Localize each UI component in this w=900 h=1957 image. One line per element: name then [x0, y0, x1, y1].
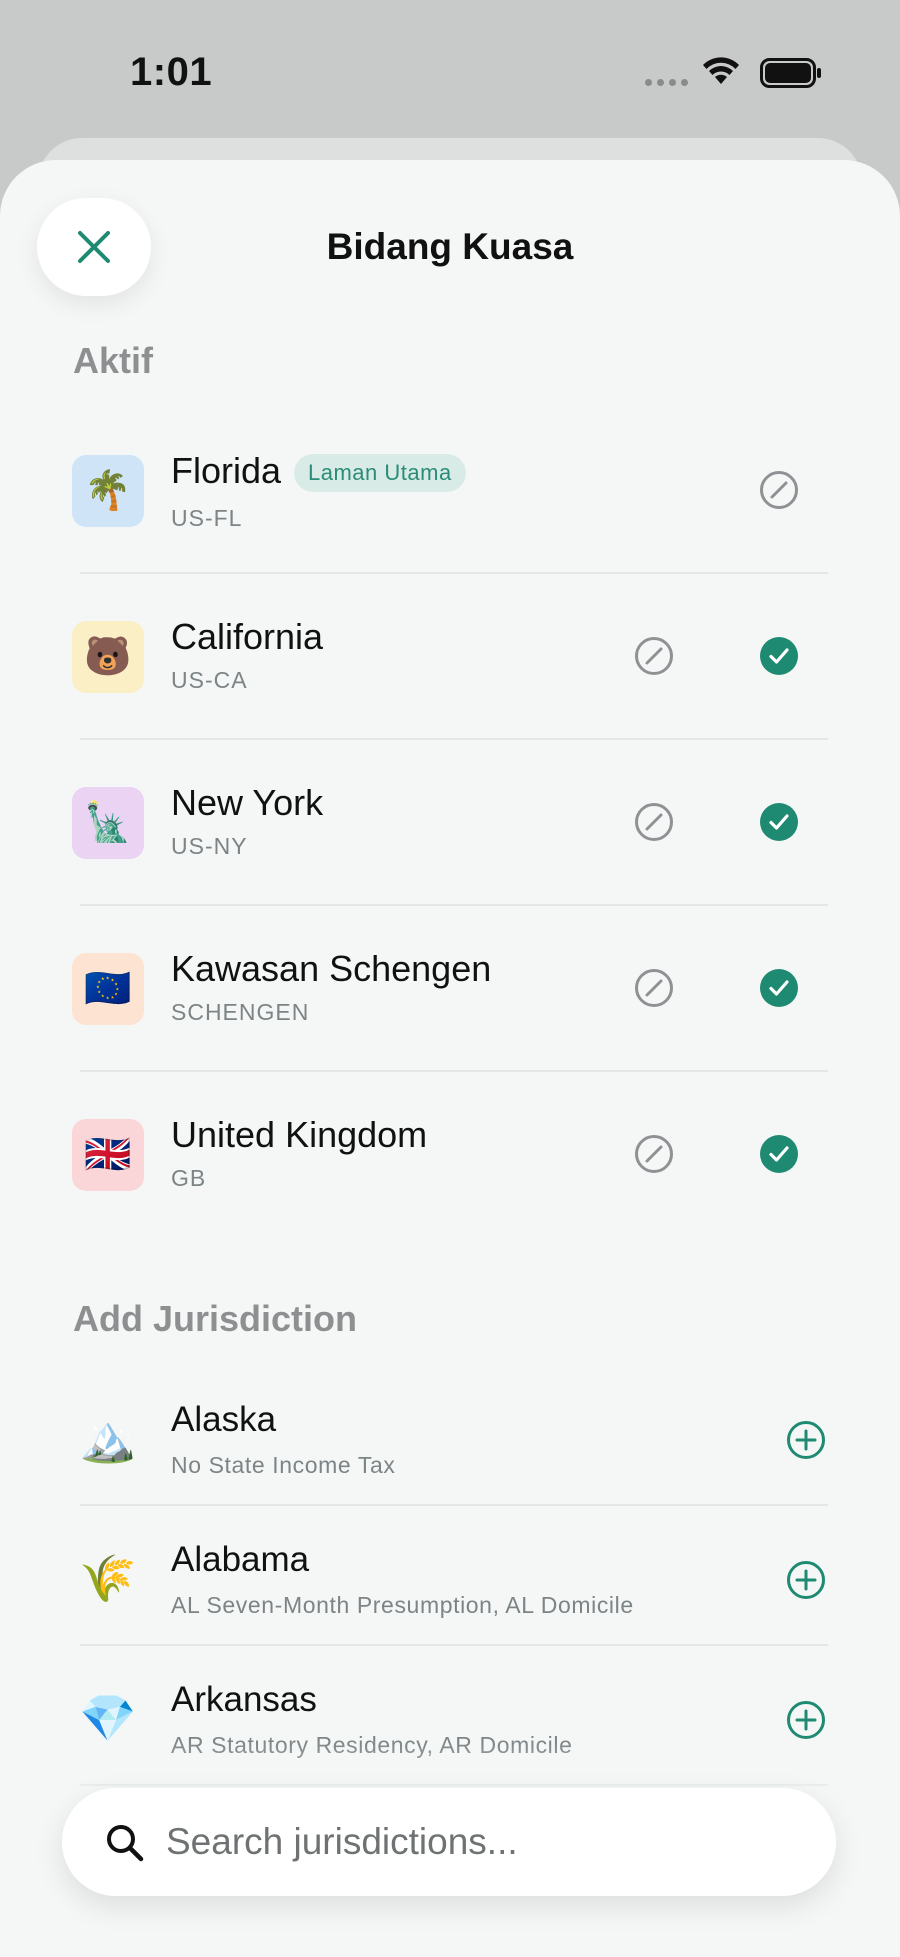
gem-icon: 💎	[79, 1691, 137, 1744]
search-input[interactable]	[166, 1814, 786, 1870]
jurisdictions-sheet: Bidang Kuasa Aktif 🌴 Florida Laman Utama…	[0, 160, 900, 1957]
divider	[80, 1504, 828, 1506]
item-name: Florida	[171, 450, 282, 491]
check-icon[interactable]	[759, 802, 799, 842]
add-item-alaska[interactable]: 🏔️ Alaska No State Income Tax	[0, 1370, 900, 1510]
check-icon[interactable]	[759, 968, 799, 1008]
item-name: Alabama	[171, 1540, 310, 1579]
active-section-title: Aktif	[73, 340, 153, 381]
battery-icon	[760, 58, 821, 88]
sheet-title: Bidang Kuasa	[326, 226, 574, 267]
status-time: 1:01	[130, 50, 213, 94]
item-code: US-NY	[171, 833, 248, 859]
active-item-new-york[interactable]: 🗽 New York US-NY	[0, 740, 900, 906]
item-code: US-FL	[171, 505, 243, 531]
active-item-california[interactable]: 🐻 California US-CA	[0, 574, 900, 740]
add-item-alabama[interactable]: 🌾 Alabama AL Seven-Month Presumption, AL…	[0, 1510, 900, 1650]
status-bar: 1:01	[0, 0, 900, 140]
item-name: United Kingdom	[171, 1114, 428, 1155]
active-item-united-kingdom[interactable]: 🇬🇧 United Kingdom GB	[0, 1072, 900, 1238]
item-description: AL Seven-Month Presumption, AL Domicile	[171, 1592, 634, 1618]
add-icon[interactable]	[786, 1560, 826, 1600]
item-name: Kawasan Schengen	[171, 948, 492, 989]
bear-icon: 🐻	[72, 621, 144, 693]
edit-icon[interactable]	[634, 1134, 674, 1174]
item-description: No State Income Tax	[171, 1452, 396, 1478]
palm-tree-icon: 🌴	[72, 455, 144, 527]
item-code: US-CA	[171, 667, 248, 693]
cellular-signal-icon	[645, 79, 688, 86]
check-icon[interactable]	[759, 1134, 799, 1174]
home-badge: Laman Utama	[294, 454, 466, 492]
eu-flag-icon: 🇪🇺	[72, 953, 144, 1025]
edit-icon[interactable]	[634, 968, 674, 1008]
item-code: GB	[171, 1165, 207, 1191]
add-section-title: Add Jurisdiction	[73, 1298, 358, 1339]
item-name: Arkansas	[171, 1680, 317, 1719]
wifi-icon	[703, 57, 739, 84]
edit-icon[interactable]	[634, 802, 674, 842]
add-icon[interactable]	[786, 1420, 826, 1460]
item-name: California	[171, 616, 324, 657]
search-bar[interactable]	[62, 1788, 836, 1896]
search-icon	[107, 1825, 144, 1862]
item-code: SCHENGEN	[171, 999, 310, 1025]
edit-icon[interactable]	[634, 636, 674, 676]
statue-of-liberty-icon: 🗽	[72, 787, 144, 859]
item-name: New York	[171, 782, 324, 823]
rice-icon: 🌾	[79, 1551, 137, 1604]
active-item-florida[interactable]: 🌴 Florida Laman Utama US-FL	[0, 408, 900, 574]
divider	[80, 1644, 828, 1646]
edit-icon[interactable]	[759, 470, 799, 510]
uk-flag-icon: 🇬🇧	[72, 1119, 144, 1191]
add-icon[interactable]	[786, 1700, 826, 1740]
check-icon[interactable]	[759, 636, 799, 676]
item-name: Alaska	[171, 1400, 277, 1439]
mountain-icon: 🏔️	[79, 1411, 137, 1464]
active-item-schengen[interactable]: 🇪🇺 Kawasan Schengen SCHENGEN	[0, 906, 900, 1072]
